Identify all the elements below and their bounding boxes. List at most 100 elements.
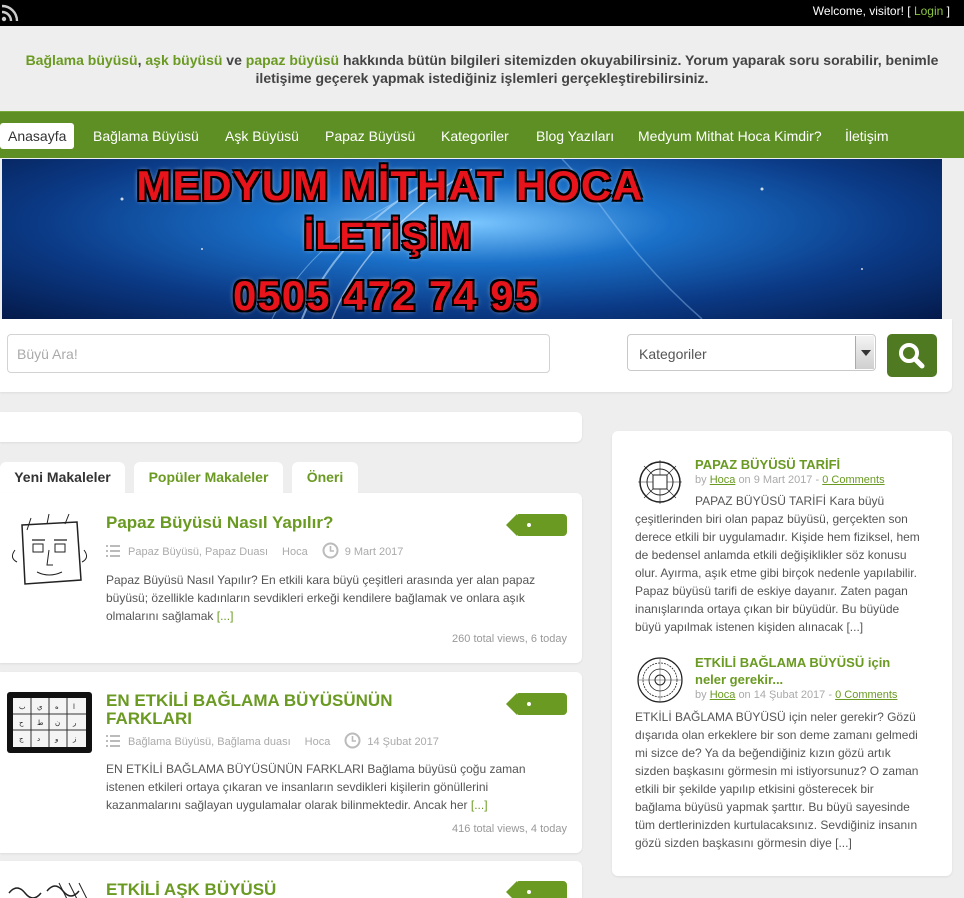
excerpt-line: etkili bir şekilde yapılıp etkisini göst… — [635, 782, 874, 796]
sidebar-comments-link[interactable]: 0 Comments — [835, 689, 897, 701]
excerpt-line: olur. Ayırma, aşık etme gibi birçok nede… — [635, 566, 917, 580]
sidebar-title-line[interactable]: ETKİLİ BAĞLAMA BÜYÜSÜ için — [695, 654, 935, 671]
sidebar-post-meta: by Hoca on 9 Mart 2017 - 0 Comments — [695, 474, 885, 486]
intro-link-baglama[interactable]: Bağlama büyüsü — [26, 52, 138, 68]
post-title[interactable]: ETKİLİ AŞK BÜYÜSÜ — [106, 881, 506, 898]
post-title-line[interactable]: FARKLARI — [106, 710, 506, 728]
sidebar-post-excerpt: ETKİLİ BAĞLAMA BÜYÜSÜ için neler gerekir… — [635, 708, 935, 852]
category-select-label: Kategoriler — [639, 346, 707, 362]
tab-new-articles[interactable]: Yeni Makaleler — [0, 462, 125, 493]
tag-icon[interactable] — [506, 514, 567, 536]
excerpt-line: mi sizce de? Ya da beğendiğiniz kızın gö… — [635, 746, 891, 760]
search-bar: Kategoriler — [0, 319, 952, 392]
post-excerpt-line: EN ETKİLİ BAĞLAMA BÜYÜSÜNÜN FARKLARI Bağ… — [106, 762, 526, 776]
post-author[interactable]: Hoca — [305, 736, 331, 748]
nav-item-categories[interactable]: Kategoriler — [433, 123, 517, 149]
banner-title: MEDYUM MİTHAT HOCA — [136, 162, 644, 209]
svg-text:د: د — [37, 735, 40, 743]
tag-icon[interactable] — [506, 693, 567, 715]
post-thumbnail-face-drawing[interactable] — [7, 510, 92, 595]
svg-text:ج: ج — [19, 735, 24, 743]
sidebar-post-title[interactable]: ETKİLİ BAĞLAMA BÜYÜSÜ için neler gerekir… — [695, 654, 935, 688]
nav-item-ask[interactable]: Aşk Büyüsü — [217, 123, 307, 149]
excerpt-line: dışarıda olan erkeklere bir son deme zam… — [635, 728, 918, 742]
post-categories[interactable]: Papaz Büyüsü, Papaz Duası — [128, 546, 268, 558]
post-excerpt-line: Papaz Büyüsü Nasıl Yapılır? En etkili ka… — [106, 573, 536, 587]
post-categories[interactable]: Bağlama Büyüsü, Bağlama duası — [128, 736, 291, 748]
excerpt-line: sizden başkasını görmesin mi istiyorsunu… — [635, 764, 919, 778]
intro-link-papaz[interactable]: papaz büyüsü — [246, 52, 339, 68]
svg-text:ر: ر — [72, 719, 76, 727]
sidebar-thumbnail-mandala[interactable] — [635, 655, 685, 705]
svg-text:ي: ي — [37, 703, 43, 711]
post-meta: Bağlama Büyüsü, Bağlama duası Hoca 14 Şub… — [106, 732, 439, 749]
chevron-down-icon[interactable] — [855, 336, 874, 369]
post-card: ب ي ه ا ح ط ن ر ج د و ز EN ETKİLİ BAĞLAMA BÜYÜSÜN… — [0, 672, 582, 853]
post-excerpt-line: olmalarını sağlamak — [106, 609, 214, 623]
nav-item-home[interactable]: Anasayfa — [0, 123, 75, 149]
nav-item-papaz[interactable]: Papaz Büyüsü — [317, 123, 423, 149]
by-label: by — [695, 474, 707, 486]
sidebar-post-date: on 9 Mart 2017 - — [738, 474, 820, 486]
sidebar-post-date: on 14 Şubat 2017 - — [738, 689, 833, 701]
sidebar-author-link[interactable]: Hoca — [710, 689, 736, 701]
svg-text:ن: ن — [55, 719, 60, 727]
excerpt-line: ETKİLİ BAĞLAMA BÜYÜSÜ için neler gerekir… — [635, 710, 916, 724]
sidebar-author-link[interactable]: Hoca — [710, 474, 736, 486]
read-more-link[interactable]: [...] — [471, 798, 488, 812]
excerpt-line: inanışlarında ortaya çıkan bir büyüdür. … — [635, 602, 900, 616]
intro-link-ask[interactable]: aşk büyüsü — [145, 52, 222, 68]
search-icon — [899, 343, 925, 369]
post-author[interactable]: Hoca — [282, 546, 308, 558]
post-thumbnail-talisman-grid[interactable]: ب ي ه ا ح ط ن ر ج د و ز — [7, 692, 92, 753]
category-select[interactable]: Kategoriler — [627, 334, 876, 371]
excerpt-line: PAPAZ BÜYÜSÜ TARİFİ Kara büyü — [695, 494, 885, 508]
sidebar-post-title[interactable]: PAPAZ BÜYÜSÜ TARİFİ — [695, 456, 935, 473]
clock-icon — [344, 732, 361, 749]
post-card: ETKİLİ AŞK BÜYÜSÜ — [0, 861, 582, 898]
svg-text:ز: ز — [72, 735, 76, 743]
tab-popular-articles[interactable]: Popüler Makaleler — [134, 462, 283, 493]
search-input[interactable] — [7, 334, 550, 373]
post-meta: Papaz Büyüsü, Papaz Duası Hoca 9 Mart 201… — [106, 542, 403, 559]
read-more-link[interactable]: [...] — [217, 609, 234, 623]
list-icon — [106, 735, 120, 747]
excerpt-line: Papaz büyüsü tarifi de eskiye dayanır. Z… — [635, 584, 908, 598]
welcome-message: Welcome, visitor! [ Login ] — [813, 4, 950, 18]
excerpt-line: de bedensel anlamda etkili değişiklikler… — [635, 548, 907, 562]
login-link[interactable]: Login — [914, 4, 943, 18]
svg-text:ا: ا — [73, 703, 75, 711]
intro-text-line2: iletişime geçerek yapmak istediğiniz işl… — [255, 70, 709, 86]
search-button[interactable] — [887, 334, 937, 377]
post-excerpt-line: kazanmalarını sağlayan uygulamalar olara… — [106, 798, 468, 812]
rss-icon[interactable] — [1, 4, 19, 22]
post-title-line[interactable]: EN ETKİLİ BAĞLAMA BÜYÜSÜNÜN — [106, 692, 506, 710]
excerpt-line: tüm dertlerinizden kurtulacaksınız. Sevd… — [635, 818, 918, 832]
nav-item-blog[interactable]: Blog Yazıları — [528, 123, 622, 149]
sidebar-post-excerpt: PAPAZ BÜYÜSÜ TARİFİ Kara büyü çeşitlerin… — [635, 492, 935, 636]
nav-item-about[interactable]: Medyum Mithat Hoca Kimdir? — [630, 123, 830, 149]
post-date: 14 Şubat 2017 — [367, 736, 439, 748]
sidebar-comments-link[interactable]: 0 Comments — [822, 474, 884, 486]
svg-text:ه: ه — [55, 703, 59, 711]
intro-sep: ve — [222, 52, 246, 68]
by-label: by — [695, 689, 707, 701]
nav-item-contact[interactable]: İletişim — [837, 123, 897, 149]
post-views: 260 total views, 6 today — [452, 633, 567, 645]
welcome-end: ] — [946, 4, 950, 18]
tab-suggestions[interactable]: Öneri — [292, 462, 358, 493]
sidebar-post-meta: by Hoca on 14 Şubat 2017 - 0 Comments — [695, 689, 897, 701]
nav-item-baglama[interactable]: Bağlama Büyüsü — [85, 123, 207, 149]
post-title[interactable]: EN ETKİLİ BAĞLAMA BÜYÜSÜNÜN FARKLARI — [106, 692, 506, 728]
intro-text: hakkında bütün bilgileri sitemizden okuy… — [339, 52, 939, 68]
svg-text:ح: ح — [19, 719, 24, 727]
welcome-text: Welcome, visitor! [ — [812, 4, 911, 18]
sidebar-title-line[interactable]: neler gerekir... — [695, 671, 935, 688]
tag-icon[interactable] — [506, 881, 567, 898]
excerpt-line: gözü sizden başkasını görmesin diye [...… — [635, 836, 852, 850]
post-thumbnail-calligraphy[interactable] — [7, 881, 92, 898]
post-title[interactable]: Papaz Büyüsü Nasıl Yapılır? — [106, 514, 506, 532]
site-intro: Bağlama büyüsü, aşk büyüsü ve papaz büyü… — [0, 51, 964, 87]
list-icon — [106, 545, 120, 557]
sidebar-widget: PAPAZ BÜYÜSÜ TARİFİ by Hoca on 9 Mart 20… — [612, 431, 952, 876]
